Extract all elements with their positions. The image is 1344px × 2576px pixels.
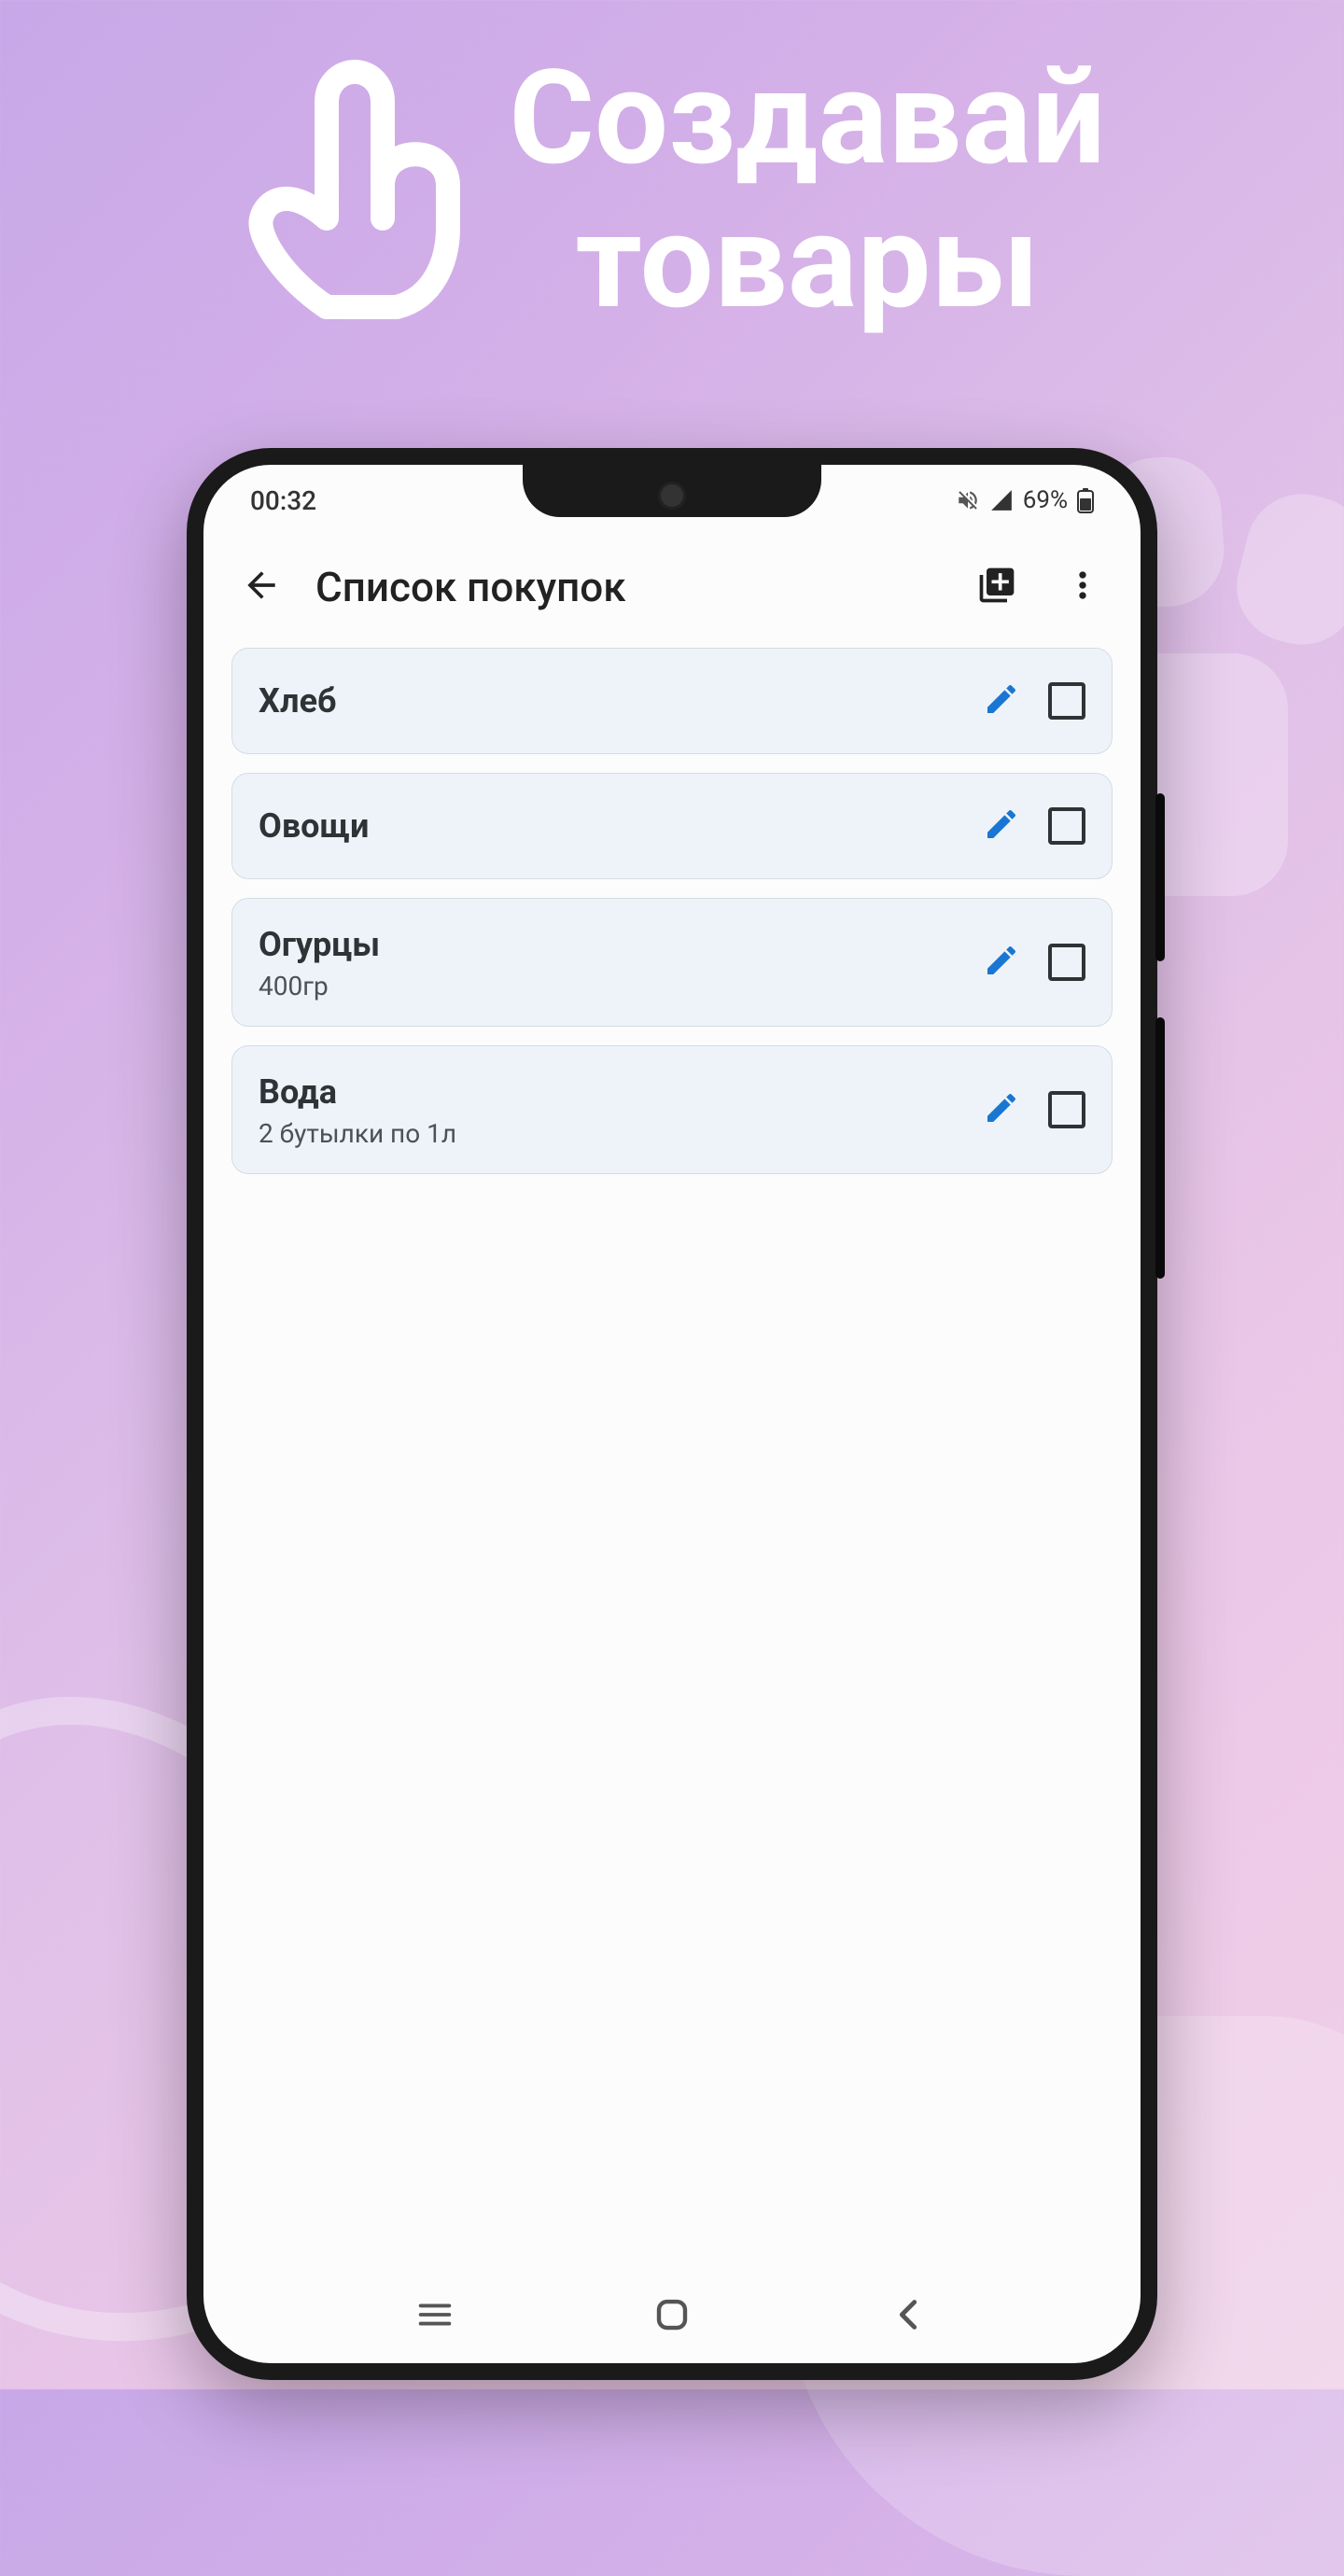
- phone-side-button: [1155, 1017, 1165, 1279]
- pencil-icon: [983, 680, 1020, 718]
- add-item-button[interactable]: [965, 553, 1029, 621]
- item-checkbox[interactable]: [1048, 944, 1085, 981]
- edit-button[interactable]: [975, 798, 1028, 854]
- promo-headline-2: товары: [509, 190, 1105, 334]
- home-button[interactable]: [634, 2276, 710, 2357]
- arrow-back-icon: [241, 565, 282, 606]
- item-subtitle: 2 бутылки по 1л: [259, 1118, 955, 1149]
- item-checkbox[interactable]: [1048, 807, 1085, 845]
- status-time: 00:32: [250, 485, 316, 516]
- more-vert-icon: [1062, 565, 1103, 606]
- recents-button[interactable]: [395, 2275, 475, 2359]
- item-title: Вода: [259, 1071, 955, 1114]
- battery-text: 69%: [1023, 486, 1068, 514]
- item-subtitle: 400гр: [259, 971, 955, 1001]
- nav-back-button[interactable]: [869, 2275, 949, 2359]
- phone-side-button: [1155, 793, 1165, 961]
- list-item[interactable]: Овощи: [231, 773, 1113, 879]
- battery-icon: [1077, 487, 1094, 513]
- edit-button[interactable]: [975, 673, 1028, 729]
- recents-icon: [413, 2293, 456, 2336]
- pencil-icon: [983, 1089, 1020, 1127]
- edit-button[interactable]: [975, 934, 1028, 990]
- home-icon: [652, 2295, 692, 2334]
- edit-button[interactable]: [975, 1082, 1028, 1138]
- back-button[interactable]: [230, 553, 293, 621]
- items-list: Хлеб Овощи Огурцы 400гр: [203, 638, 1141, 1202]
- item-checkbox[interactable]: [1048, 1091, 1085, 1128]
- list-item[interactable]: Хлеб: [231, 648, 1113, 754]
- signal-icon: [989, 488, 1014, 512]
- android-nav-bar: [203, 2270, 1141, 2363]
- app-bar: Список покупок: [203, 536, 1141, 638]
- pencil-icon: [983, 805, 1020, 843]
- promo-header: Создавай товары: [0, 0, 1344, 371]
- item-checkbox[interactable]: [1048, 682, 1085, 720]
- phone-notch: [523, 465, 821, 517]
- pencil-icon: [983, 942, 1020, 979]
- list-item[interactable]: Вода 2 бутылки по 1л: [231, 1045, 1113, 1174]
- item-title: Огурцы: [259, 923, 955, 967]
- chevron-left-icon: [888, 2293, 931, 2336]
- list-item[interactable]: Огурцы 400гр: [231, 898, 1113, 1027]
- phone-mockup: 00:32 69% Список покупок Хле: [187, 448, 1157, 2380]
- tap-gesture-icon: [238, 55, 471, 326]
- mute-icon: [956, 488, 980, 512]
- add-box-icon: [976, 565, 1017, 606]
- item-title: Овощи: [259, 805, 955, 848]
- item-title: Хлеб: [259, 679, 955, 723]
- promo-headline-1: Создавай: [509, 47, 1105, 190]
- status-indicators: 69%: [956, 486, 1094, 514]
- more-menu-button[interactable]: [1051, 553, 1114, 621]
- page-title: Список покупок: [315, 563, 943, 611]
